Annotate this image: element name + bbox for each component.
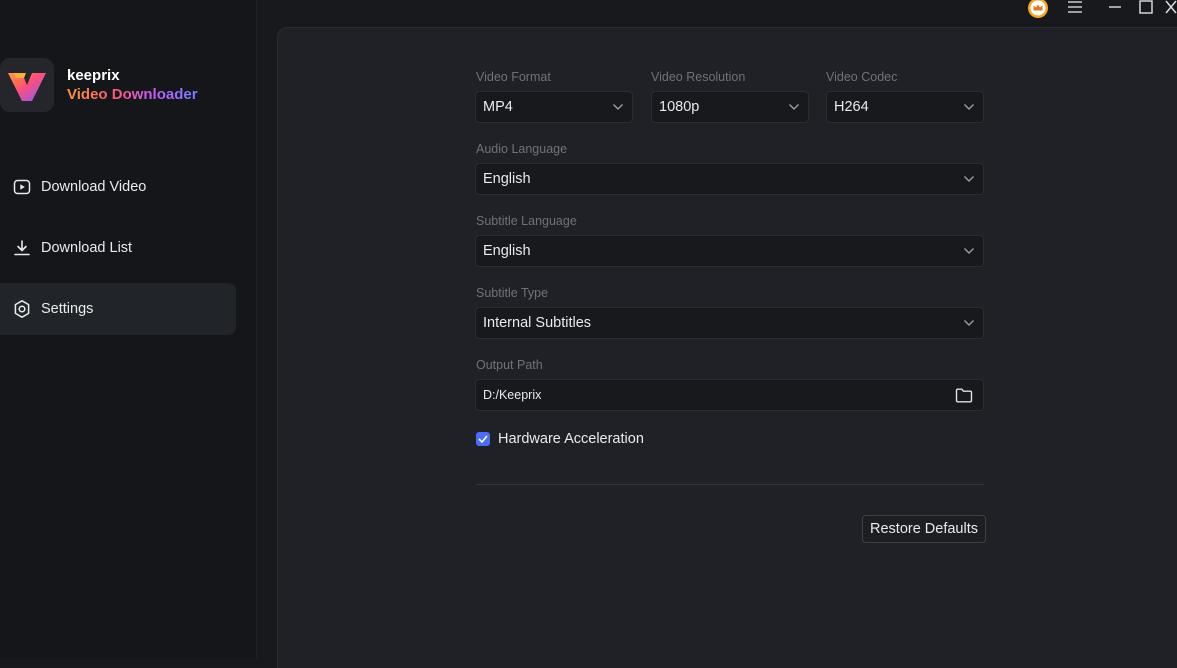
audio-language-select[interactable]: English xyxy=(475,163,984,195)
restore-defaults-button[interactable]: Restore Defaults xyxy=(862,515,986,543)
sidebar-item-label: Download Video xyxy=(41,179,147,195)
video-format-value: MP4 xyxy=(483,99,513,115)
video-format-select[interactable]: MP4 xyxy=(475,91,633,123)
close-icon[interactable] xyxy=(1163,0,1177,17)
maximize-icon[interactable] xyxy=(1134,0,1158,17)
chevron-down-icon xyxy=(963,245,975,257)
video-codec-label: Video Codec xyxy=(826,70,898,84)
sidebar-item-settings[interactable]: Settings xyxy=(0,283,236,335)
settings-gear-icon xyxy=(12,299,32,319)
video-resolution-value: 1080p xyxy=(659,99,700,115)
video-codec-value: H264 xyxy=(834,99,869,115)
audio-language-label: Audio Language xyxy=(476,142,568,156)
subtitle-language-label: Subtitle Language xyxy=(476,214,577,228)
divider xyxy=(476,484,984,485)
subtitle-language-select[interactable]: English xyxy=(475,235,984,267)
sidebar-item-label: Settings xyxy=(41,301,94,317)
crown-premium-icon[interactable] xyxy=(1026,0,1050,18)
play-square-icon xyxy=(12,177,32,197)
minimize-icon[interactable] xyxy=(1103,0,1127,17)
download-icon xyxy=(12,238,32,258)
hamburger-menu-icon[interactable] xyxy=(1063,0,1087,17)
chevron-down-icon xyxy=(612,101,624,113)
sidebar-item-download-list[interactable]: Download List xyxy=(0,222,236,274)
subtitle-type-value: Internal Subtitles xyxy=(483,315,592,331)
folder-icon[interactable] xyxy=(955,388,973,403)
hardware-acceleration-label: Hardware Acceleration xyxy=(498,431,644,447)
settings-panel xyxy=(277,27,1177,668)
output-path-value: D:/Keeprix xyxy=(483,388,542,402)
subtitle-type-label: Subtitle Type xyxy=(476,286,549,300)
video-format-label: Video Format xyxy=(476,70,551,84)
product-name: Video Downloader xyxy=(67,86,198,103)
subtitle-type-select[interactable]: Internal Subtitles xyxy=(475,307,984,339)
output-path-label: Output Path xyxy=(476,358,543,372)
brand-name: keeprix xyxy=(67,67,120,84)
video-resolution-select[interactable]: 1080p xyxy=(651,91,809,123)
video-codec-select[interactable]: H264 xyxy=(826,91,984,123)
subtitle-language-value: English xyxy=(483,243,531,259)
audio-language-value: English xyxy=(483,171,531,187)
chevron-down-icon xyxy=(963,101,975,113)
chevron-down-icon xyxy=(963,173,975,185)
video-resolution-label: Video Resolution xyxy=(651,70,746,84)
keeprix-logo-icon xyxy=(0,58,54,112)
output-path-field[interactable]: D:/Keeprix xyxy=(475,379,984,411)
chevron-down-icon xyxy=(788,101,800,113)
chevron-down-icon xyxy=(963,317,975,329)
hardware-acceleration-toggle[interactable]: Hardware Acceleration xyxy=(476,431,644,447)
checkbox-checked-icon[interactable] xyxy=(476,432,490,446)
sidebar-item-download-video[interactable]: Download Video xyxy=(0,161,236,213)
sidebar-item-label: Download List xyxy=(41,240,133,256)
sidebar: keeprix Video Downloader Download Video … xyxy=(0,0,257,658)
app-logo: keeprix Video Downloader xyxy=(0,58,198,112)
